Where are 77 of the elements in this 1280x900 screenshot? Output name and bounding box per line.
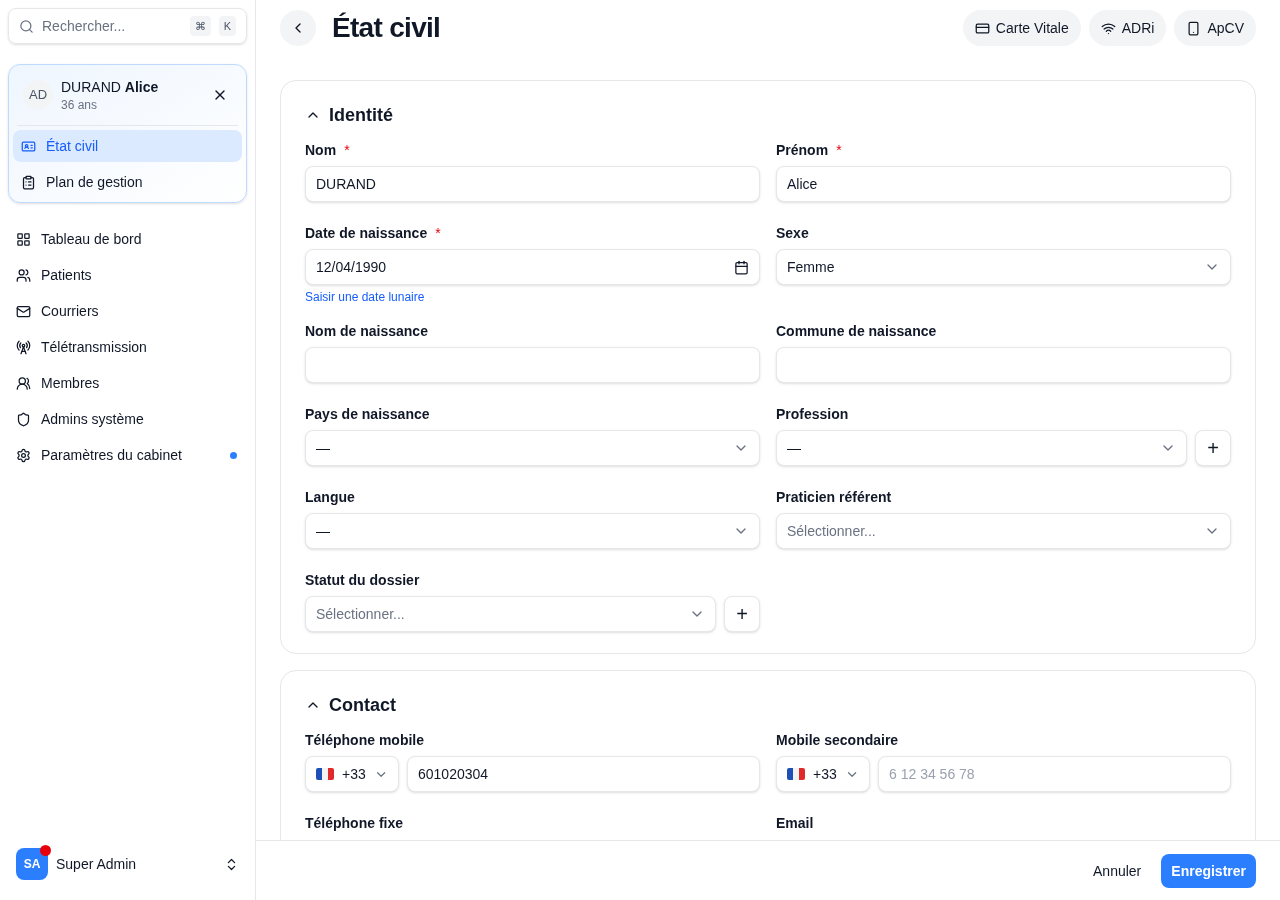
- field-label: Statut du dossier: [305, 570, 420, 590]
- select-field[interactable]: —: [305, 513, 760, 549]
- field-label: Nom de naissance: [305, 321, 428, 341]
- field-label: Prénom: [776, 140, 829, 160]
- field-label: Date de naissance: [305, 223, 428, 243]
- phone-field[interactable]: 601020304: [407, 756, 760, 792]
- select-field[interactable]: Sélectionner...: [776, 513, 1231, 549]
- field-label: Email: [776, 813, 814, 833]
- select-field[interactable]: Sélectionner...: [305, 596, 716, 632]
- user-avatar: SA: [16, 848, 48, 880]
- patient-age: 36 ans: [61, 97, 99, 113]
- cancel-button[interactable]: Annuler: [1093, 860, 1142, 881]
- user-menu[interactable]: SA Super Admin: [8, 844, 247, 884]
- search-field[interactable]: Rechercher... ⌘ K: [8, 8, 247, 44]
- field-label: Praticien référent: [776, 487, 892, 507]
- section-toggle[interactable]: Identité: [305, 101, 393, 129]
- nav-item[interactable]: Paramètres du cabinet: [8, 439, 247, 471]
- antenna-icon: [16, 339, 31, 355]
- users-icon: [16, 375, 31, 391]
- text-field[interactable]: DURAND: [305, 166, 760, 202]
- nav-item[interactable]: Courriers: [8, 295, 247, 327]
- add-button[interactable]: +: [1195, 430, 1231, 466]
- nav-item[interactable]: Télétransmission: [8, 331, 247, 363]
- field-label: Langue: [305, 487, 355, 507]
- country-code-select[interactable]: +33: [305, 756, 399, 792]
- patient-menu-item[interactable]: Plan de gestion: [13, 166, 242, 198]
- header-button[interactable]: ApCV: [1174, 10, 1256, 46]
- nav-item[interactable]: Admins système: [8, 403, 247, 435]
- smartphone-icon: [1186, 20, 1202, 36]
- flag-icon: [316, 768, 334, 780]
- back-button[interactable]: [280, 10, 316, 46]
- nav-item[interactable]: Patients: [8, 259, 247, 291]
- nav-item[interactable]: Membres: [8, 367, 247, 399]
- wifi-icon: [1100, 20, 1116, 36]
- header-button[interactable]: ADRi: [1088, 10, 1167, 46]
- required-mark: *: [344, 140, 350, 160]
- patient-avatar: AD: [23, 80, 53, 110]
- save-button[interactable]: Enregistrer: [1161, 853, 1256, 888]
- country-code-select[interactable]: +33: [776, 756, 870, 792]
- field-label: Commune de naissance: [776, 321, 937, 341]
- text-field[interactable]: [776, 347, 1231, 383]
- page-title: État civil: [332, 11, 442, 45]
- date-field[interactable]: 12/04/1990: [305, 249, 760, 285]
- text-field[interactable]: [305, 347, 760, 383]
- section-toggle[interactable]: Contact: [305, 691, 396, 719]
- add-button[interactable]: +: [724, 596, 760, 632]
- clipboard-icon: [21, 174, 36, 190]
- field-label: Pays de naissance: [305, 404, 430, 424]
- patient-name: DURAND Alice: [61, 78, 160, 97]
- field-label: Sexe: [776, 223, 809, 243]
- field-label: Téléphone fixe: [305, 813, 404, 833]
- field-label: Profession: [776, 404, 849, 424]
- required-mark: *: [836, 140, 842, 160]
- text-field[interactable]: Alice: [776, 166, 1231, 202]
- flag-icon: [787, 768, 805, 780]
- required-mark: *: [435, 223, 441, 243]
- shield-icon: [16, 411, 31, 427]
- field-label: Téléphone mobile: [305, 730, 424, 750]
- nav-item[interactable]: Tableau de bord: [8, 223, 247, 255]
- shortcut-key: K: [218, 15, 236, 37]
- header-button[interactable]: Carte Vitale: [962, 10, 1081, 46]
- field-label: Mobile secondaire: [776, 730, 899, 750]
- mail-icon: [16, 303, 31, 319]
- select-field[interactable]: —: [305, 430, 760, 466]
- lunar-date-link[interactable]: Saisir une date lunaire: [305, 289, 760, 305]
- select-field[interactable]: —: [776, 430, 1187, 466]
- patient-menu-item[interactable]: État civil: [13, 130, 242, 162]
- shortcut-key: ⌘: [189, 15, 211, 37]
- field-label: Nom: [305, 140, 337, 160]
- calendar-icon: [734, 259, 749, 275]
- id-card-icon: [21, 138, 36, 154]
- grid-icon: [16, 231, 31, 247]
- select-field[interactable]: Femme: [776, 249, 1231, 285]
- settings-icon: [16, 447, 31, 463]
- search-icon: [19, 18, 34, 34]
- card-icon: [974, 20, 990, 36]
- users-icon: [16, 267, 31, 283]
